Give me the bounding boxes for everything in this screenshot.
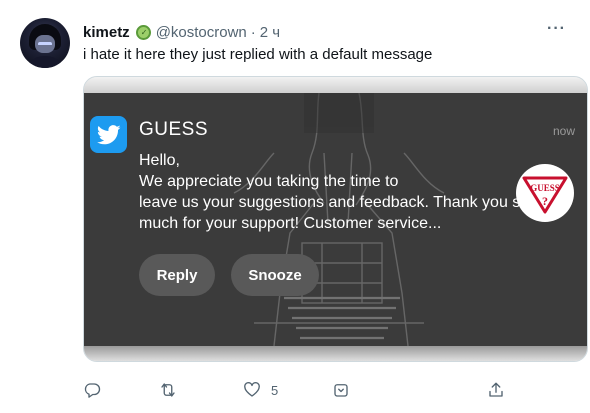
author-name[interactable]: kimetz: [83, 24, 130, 41]
notification-card: GUESS now Hello, We appreciate you takin…: [84, 93, 587, 346]
guess-logo-text: GUESS: [530, 183, 560, 193]
twitter-bird-icon: [90, 116, 127, 153]
tweet-media[interactable]: GUESS now Hello, We appreciate you takin…: [83, 76, 588, 362]
snooze-button[interactable]: Snooze: [231, 254, 319, 296]
more-options-icon[interactable]: ···: [547, 20, 566, 38]
notification-app-name: GUESS: [139, 119, 209, 140]
tweet[interactable]: kimetz ✓ @kostocrown · 2 ч ··· i hate it…: [0, 0, 590, 413]
retweet-action[interactable]: [159, 376, 177, 404]
separator-dot: ·: [250, 23, 256, 41]
emoji-badge-icon: ✓: [135, 24, 151, 40]
like-action[interactable]: 5: [243, 376, 278, 404]
tweet-time[interactable]: 2 ч: [260, 24, 280, 41]
notification-time: now: [552, 124, 575, 138]
bookmark-icon: [334, 384, 348, 397]
tweet-text: i hate it here they just replied with a …: [83, 46, 433, 63]
guess-logo-mark: ?: [542, 194, 548, 208]
avatar-shoulders: [24, 56, 66, 68]
notification-message: Hello, We appreciate you taking the time…: [139, 152, 529, 232]
reply-button[interactable]: Reply: [139, 254, 215, 296]
media-bottom-strip: [84, 346, 587, 361]
reply-action[interactable]: [83, 376, 101, 404]
reply-icon: [84, 383, 101, 398]
bookmark-action[interactable]: [332, 376, 350, 404]
media-top-strip: [84, 77, 587, 93]
tweet-header: kimetz ✓ @kostocrown · 2 ч ···: [83, 20, 570, 42]
tweet-actions: 5: [83, 376, 513, 404]
like-count: 5: [271, 382, 279, 398]
avatar-eyes: [38, 42, 52, 46]
share-action[interactable]: [487, 376, 505, 404]
author-handle[interactable]: @kostocrown: [156, 24, 247, 41]
like-icon: [244, 382, 260, 397]
retweet-icon: [161, 383, 175, 397]
guess-logo: GUESS ?: [516, 164, 574, 222]
avatar[interactable]: [20, 18, 70, 68]
share-icon: [489, 382, 503, 397]
